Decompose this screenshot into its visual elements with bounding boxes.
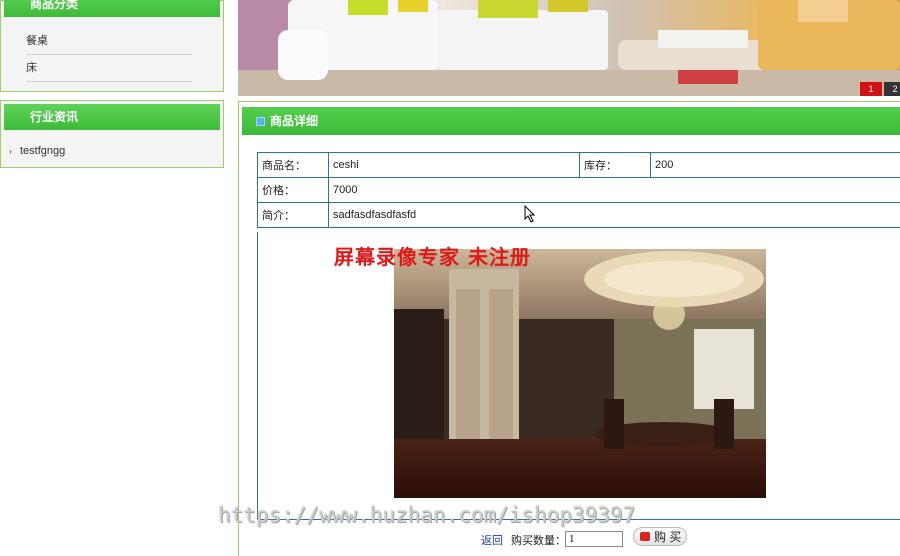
stock-value: 200 [650, 152, 900, 178]
news-item[interactable]: › testfgngg [9, 145, 65, 157]
detail-title: 商品详细 [270, 114, 319, 128]
category-panel-title: 商品分类 [4, 0, 220, 17]
mouse-cursor-icon [524, 205, 536, 223]
category-item[interactable]: 餐桌 [26, 29, 192, 55]
table-row: 简介： sadfasdfasdfasfd [257, 202, 900, 228]
product-photo [394, 249, 766, 498]
square-bullet-icon [256, 117, 265, 126]
desc-value: sadfasdfasdfasfd [328, 202, 900, 228]
desc-label: 简介： [257, 202, 329, 228]
news-panel: 行业资讯 › testfgngg [0, 100, 224, 168]
quantity-input[interactable] [565, 531, 623, 547]
table-row: 商品名： ceshi 库存： 200 [257, 152, 900, 178]
product-info-table: 商品名： ceshi 库存： 200 价格： 7000 简介： sadfasdf… [257, 152, 900, 228]
banner-image [238, 0, 900, 96]
recorder-watermark: 屏幕录像专家 未注册 [334, 245, 531, 269]
stock-label: 库存： [579, 152, 651, 178]
banner-slideshow[interactable]: 1 2 [238, 0, 900, 96]
banner-page-1[interactable]: 1 [860, 82, 882, 96]
category-panel: 商品分类 餐桌 床 [0, 0, 224, 92]
price-label: 价格： [257, 177, 329, 203]
url-watermark: https://www.huzhan.com/ishop39397 [218, 503, 636, 527]
name-value: ceshi [328, 152, 580, 178]
table-row: 价格： 7000 [257, 177, 900, 203]
dining-room-image [394, 249, 766, 498]
name-label: 商品名： [257, 152, 329, 178]
banner-page-2[interactable]: 2 [884, 82, 900, 96]
detail-header: 商品详细 [242, 107, 900, 135]
category-item[interactable]: 床 [26, 56, 192, 82]
cart-icon [640, 532, 650, 541]
buy-button[interactable]: 购 买 [633, 527, 687, 546]
quantity-label: 购买数量： [511, 535, 566, 547]
arrow-right-icon: › [9, 146, 12, 156]
price-value: 7000 [328, 177, 900, 203]
news-item-label: testfgngg [20, 145, 66, 157]
back-link[interactable]: 返回 [481, 532, 503, 548]
buy-button-label: 购 买 [654, 530, 682, 544]
news-panel-title: 行业资讯 [4, 104, 220, 130]
